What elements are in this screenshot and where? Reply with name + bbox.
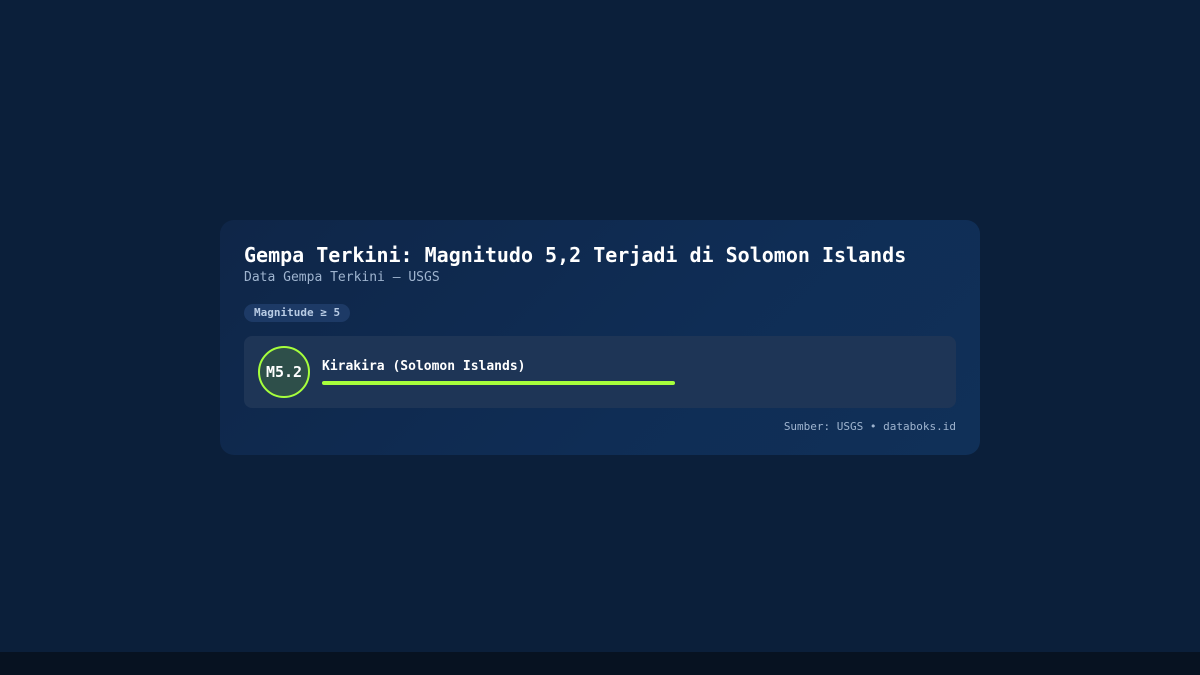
card-subtitle: Data Gempa Terkini — USGS — [244, 270, 440, 285]
magnitude-filter-badge: Magnitude ≥ 5 — [244, 304, 351, 322]
magnitude-bar — [322, 381, 922, 385]
bottom-bar — [0, 652, 1200, 675]
quake-list-item[interactable]: M5.2 Kirakira (Solomon Islands) — [244, 336, 956, 408]
magnitude-bar-fill — [322, 381, 675, 385]
quake-location: Kirakira (Solomon Islands) — [322, 359, 526, 374]
card-title: Gempa Terkini: Magnitudo 5,2 Terjadi di … — [244, 243, 907, 267]
source-credit: Sumber: USGS • databoks.id — [783, 420, 956, 433]
earthquake-card: Gempa Terkini: Magnitudo 5,2 Terjadi di … — [220, 220, 980, 455]
page: Gempa Terkini: Magnitudo 5,2 Terjadi di … — [0, 0, 1200, 675]
magnitude-badge: M5.2 — [258, 346, 310, 398]
